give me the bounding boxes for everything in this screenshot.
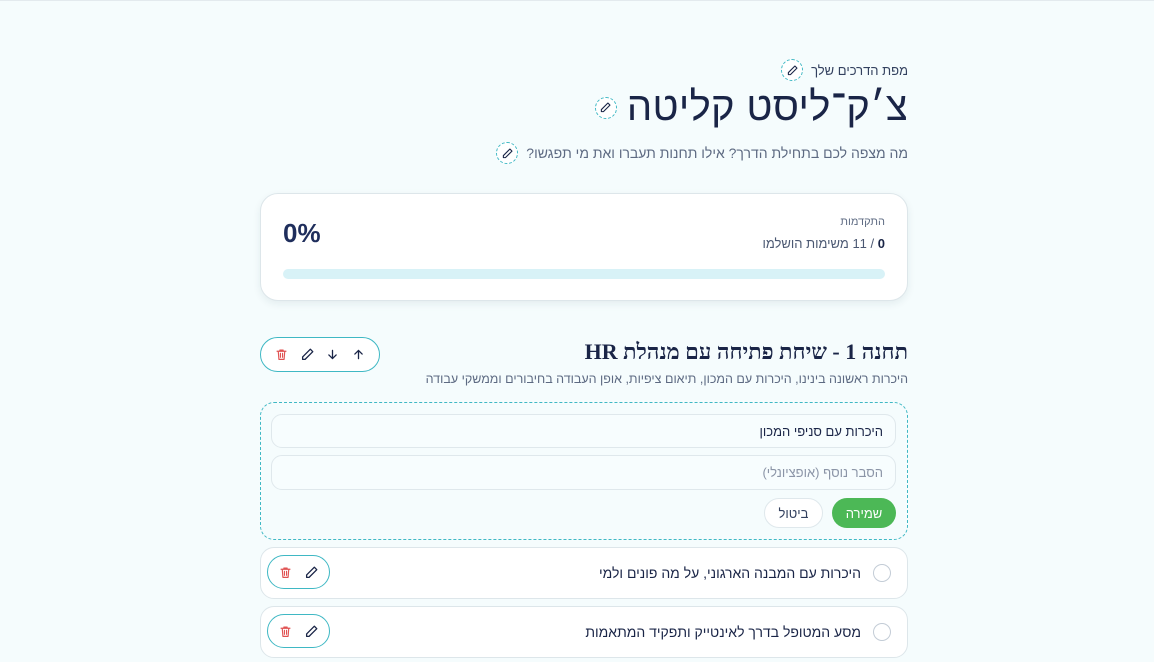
move-up-button[interactable] (347, 344, 369, 366)
delete-station-button[interactable] (271, 344, 293, 366)
move-down-button[interactable] (322, 344, 344, 366)
total-tasks-text: / 11 משימות הושלמו (762, 236, 875, 251)
edit-subtitle-button[interactable] (496, 142, 519, 164)
task-text: מסע המטופל בדרך לאינטייק ותפקיד המתאמות (585, 624, 861, 640)
roadmap-eyebrow: מפת הדרכים שלך (811, 62, 908, 78)
task-checkbox[interactable] (873, 623, 891, 641)
pencil-icon (601, 102, 611, 113)
progress-percent: 0% (283, 218, 321, 248)
edit-eyebrow-button[interactable] (781, 59, 804, 81)
task-text: היכרות עם המבנה הארגוני, על מה פונים ולמ… (599, 565, 861, 581)
edit-task-button[interactable] (301, 561, 323, 583)
progress-count: 0 / 11 משימות הושלמו (762, 236, 885, 251)
completed-count: 0 (877, 236, 885, 251)
delete-task-button[interactable] (274, 620, 296, 642)
trash-icon (280, 625, 291, 637)
task-actions (267, 614, 330, 648)
progress-label: התקדמות (840, 216, 885, 228)
station-description: היכרות ראשונה בינינו, היכרות עם המכון, ת… (425, 372, 908, 386)
task-title-input[interactable] (271, 414, 896, 448)
eyebrow-row: מפת הדרכים שלך (781, 59, 908, 81)
pencil-icon (306, 566, 318, 578)
page-title: צ׳ק־ליסט קליטה (626, 85, 908, 129)
edit-station-button[interactable] (296, 344, 318, 366)
trash-icon (276, 349, 287, 360)
arrow-up-icon (353, 349, 363, 360)
task-item: מסע המטופל בדרך לאינטייק ותפקיד המתאמות (260, 606, 908, 658)
subtitle-row: מה מצפה לכם בתחילת הדרך? אילו תחנות תעבר… (496, 142, 908, 164)
title-row: צ׳ק־ליסט קליטה (594, 85, 908, 130)
task-edit-form: שמירה ביטול (260, 402, 908, 540)
task-description-input[interactable] (271, 455, 896, 490)
arrow-down-icon (328, 349, 338, 360)
station-title: תחנה 1 - שיחת פתיחה עם מנהלת HR (584, 339, 908, 364)
pencil-icon (306, 625, 318, 637)
pencil-icon (301, 348, 314, 361)
station-actions (260, 337, 380, 372)
trash-icon (280, 566, 291, 578)
pencil-icon (502, 147, 513, 158)
pencil-icon (787, 64, 798, 75)
save-button[interactable]: שמירה (832, 498, 896, 528)
task-item: היכרות עם המבנה הארגוני, על מה פונים ולמ… (260, 547, 908, 599)
task-checkbox[interactable] (873, 564, 891, 582)
progress-card: התקדמות 0 / 11 משימות הושלמו 0% (260, 193, 908, 301)
edit-title-button[interactable] (594, 96, 617, 119)
edit-task-button[interactable] (301, 620, 323, 642)
delete-task-button[interactable] (274, 561, 296, 583)
task-actions (267, 555, 330, 589)
cancel-button[interactable]: ביטול (764, 498, 823, 528)
progress-bar (283, 269, 885, 279)
page-subtitle: מה מצפה לכם בתחילת הדרך? אילו תחנות תעבר… (526, 145, 908, 161)
